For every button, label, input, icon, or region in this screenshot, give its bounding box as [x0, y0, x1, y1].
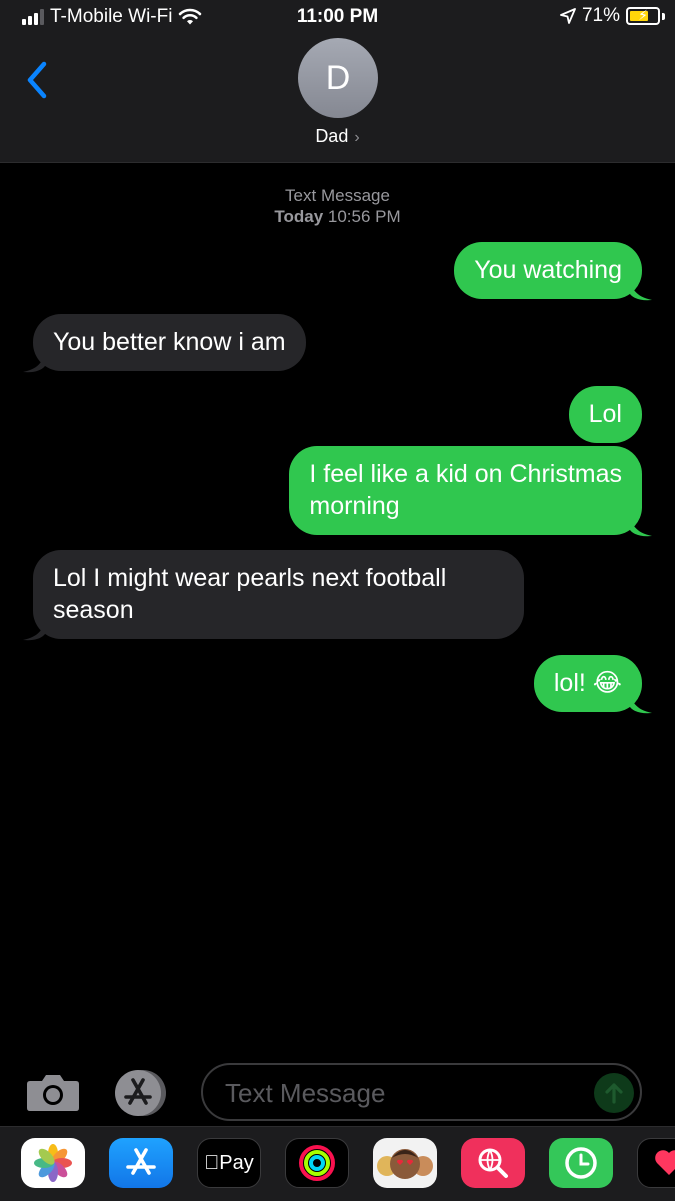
contact-name-button[interactable]: Dad › — [0, 126, 675, 147]
message-text: morning — [309, 492, 400, 520]
apple-pay-icon: Pay — [204, 1151, 253, 1174]
app-tray: Pay — [0, 1126, 675, 1201]
send-button[interactable] — [594, 1073, 634, 1113]
camera-button[interactable] — [26, 1072, 80, 1112]
message-bubble-outgoing[interactable]: lol! 😂 — [533, 655, 652, 714]
contact-avatar[interactable]: D — [298, 38, 378, 118]
clock-icon — [565, 1147, 597, 1179]
web-search-app[interactable] — [461, 1138, 525, 1188]
message-text: Lol — [588, 400, 622, 428]
message-text: You watching — [474, 256, 622, 284]
timestamp: Today 10:56 PM — [274, 207, 401, 226]
photos-app[interactable] — [21, 1138, 85, 1188]
digital-touch-app[interactable] — [637, 1138, 675, 1188]
activity-rings-icon — [299, 1145, 335, 1181]
app-store-icon — [115, 1070, 166, 1116]
message-text: You better know i am — [53, 328, 286, 356]
app-store-icon — [126, 1148, 156, 1175]
web-search-icon — [478, 1148, 508, 1178]
apple-pay-app[interactable]: Pay — [197, 1138, 261, 1188]
photos-icon — [34, 1144, 72, 1182]
location-icon — [560, 8, 576, 24]
message-input-field[interactable] — [201, 1063, 642, 1121]
chevron-right-icon: › — [354, 129, 360, 146]
conversation-meta: Text Message Today 10:56 PM — [0, 185, 675, 227]
message-text: I feel like a kid on Christmas — [309, 460, 622, 488]
message-text: season — [53, 596, 134, 624]
service-label: Text Message — [285, 186, 390, 205]
message-bubble-outgoing[interactable]: I feel like a kid on Christmas morning — [289, 446, 652, 537]
avatar-initial: D — [325, 58, 351, 97]
message-bubble-incoming[interactable]: Lol I might wear pearls next football se… — [23, 550, 524, 641]
message-text: lol! 😂 — [553, 669, 622, 697]
clock-app[interactable] — [549, 1138, 613, 1188]
status-right: 71% ⚡ — [560, 5, 665, 27]
message-bubble-incoming[interactable]: You better know i am — [23, 314, 306, 373]
compose-bar — [0, 1062, 675, 1124]
memoji-app[interactable] — [373, 1138, 437, 1188]
chevron-left-icon — [27, 61, 47, 99]
activity-app[interactable] — [285, 1138, 349, 1188]
digital-touch-icon — [655, 1150, 675, 1175]
back-button[interactable] — [22, 58, 62, 102]
bubble-tail — [630, 279, 652, 301]
contact-name: Dad — [315, 126, 349, 146]
bubble-tail — [23, 351, 45, 373]
app-store-app[interactable] — [109, 1138, 173, 1188]
app-store-button[interactable] — [112, 1068, 170, 1118]
battery-percent: 71% — [581, 5, 620, 26]
message-bubble-outgoing[interactable]: You watching — [454, 242, 652, 301]
send-arrow-icon — [605, 1083, 623, 1104]
message-input[interactable] — [223, 1065, 587, 1121]
memoji-icon — [377, 1149, 433, 1179]
battery-charging-icon: ⚡ — [626, 7, 660, 25]
bubble-tail — [630, 692, 652, 714]
camera-icon — [27, 1075, 79, 1111]
bubble-tail — [630, 515, 652, 537]
bubble-tail — [23, 619, 45, 641]
status-bar: T-Mobile Wi-Fi 11:00 PM 71% ⚡ — [0, 0, 675, 34]
message-text: Lol I might wear pearls next football — [53, 564, 447, 592]
conversation-header: D Dad › — [0, 34, 675, 163]
message-bubble-outgoing[interactable]: Lol — [568, 386, 642, 443]
